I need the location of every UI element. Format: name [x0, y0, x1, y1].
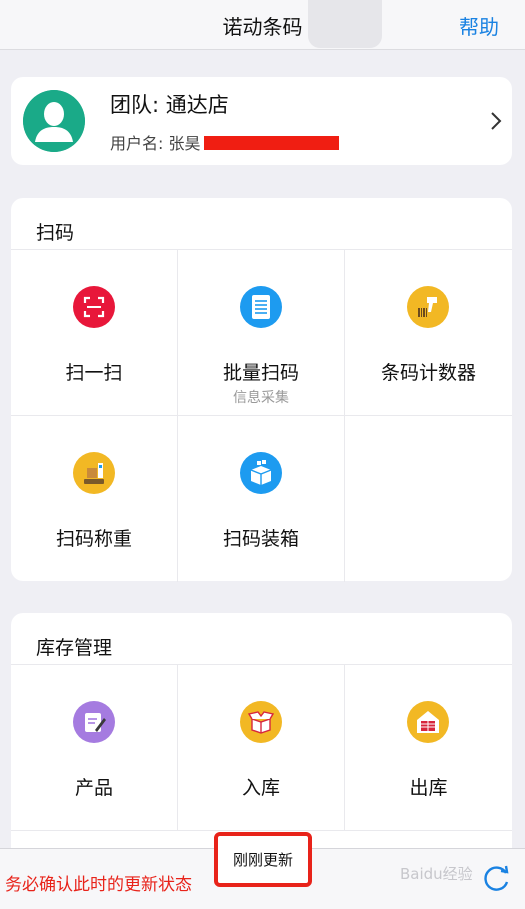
stock-item-product[interactable]: 产品 [11, 665, 178, 831]
barcode-scanner-icon [407, 286, 449, 328]
stock-item-outbound[interactable]: 出库 [345, 665, 512, 831]
update-status-text: 刚刚更新 [232, 851, 293, 869]
refresh-button[interactable] [479, 861, 513, 895]
scan-item-label: 批量扫码 [222, 362, 299, 384]
scan-grid: 扫一扫 批量扫码 信息采集 条码计数器 扫码称重 扫码装箱 [11, 249, 512, 582]
scan-item-sublabel: 信息采集 [233, 390, 289, 406]
bottom-status-bar: 务必确认此时的更新状态 刚刚更新 Baidu经验 [0, 832, 525, 909]
refresh-icon [484, 865, 509, 891]
watermark: Baidu经验 [400, 865, 473, 883]
scan-item-batch[interactable]: 批量扫码 信息采集 [178, 250, 345, 416]
stock-item-label: 产品 [74, 777, 113, 799]
redaction-mark [204, 136, 340, 150]
team-name: 团队: 通达店 [110, 93, 229, 117]
navigation-bar: 诺动条码 帮助 [0, 0, 525, 50]
stock-grid: 产品 入库 出库 [11, 664, 512, 831]
scan-item-scan[interactable]: 扫一扫 [11, 250, 178, 416]
warehouse-icon [407, 701, 449, 743]
scan-item-label: 条码计数器 [380, 362, 476, 384]
chevron-right-icon [491, 112, 502, 130]
scan-item-label: 扫码装箱 [222, 528, 299, 550]
warning-annotation: 务必确认此时的更新状态 [5, 875, 192, 895]
scan-item-label: 扫一扫 [65, 362, 123, 384]
username-text: 用户名: 张昊 [110, 134, 201, 153]
section-title-stock: 库存管理 [36, 637, 113, 659]
scan-section: 扫码 扫一扫 批量扫码 信息采集 条码计数器 扫码称重 扫码装箱 [11, 198, 512, 582]
scan-item-label: 扫码称重 [55, 528, 132, 550]
stock-item-inbound[interactable]: 入库 [178, 665, 345, 831]
empty-cell [345, 416, 512, 582]
section-title-scan: 扫码 [36, 222, 75, 244]
scan-item-packing[interactable]: 扫码装箱 [178, 416, 345, 582]
update-status-box: 刚刚更新 [214, 832, 312, 887]
username-line: 用户名: 张昊 [110, 130, 340, 154]
team-profile-card[interactable]: 团队: 通达店 用户名: 张昊 [11, 77, 512, 165]
scan-frame-icon [73, 286, 115, 328]
product-edit-icon [73, 701, 115, 743]
user-silhouette-icon [23, 90, 85, 152]
scan-item-weigh[interactable]: 扫码称重 [11, 416, 178, 582]
stock-item-label: 入库 [241, 777, 280, 799]
document-list-icon [240, 286, 282, 328]
stock-item-label: 出库 [409, 777, 448, 799]
avatar [23, 90, 85, 152]
page-title: 诺动条码 [222, 15, 303, 39]
help-button[interactable]: 帮助 [459, 11, 499, 40]
scan-item-counter[interactable]: 条码计数器 [345, 250, 512, 416]
open-box-icon [240, 701, 282, 743]
packing-box-icon [240, 452, 282, 494]
weighing-scale-icon [73, 452, 115, 494]
